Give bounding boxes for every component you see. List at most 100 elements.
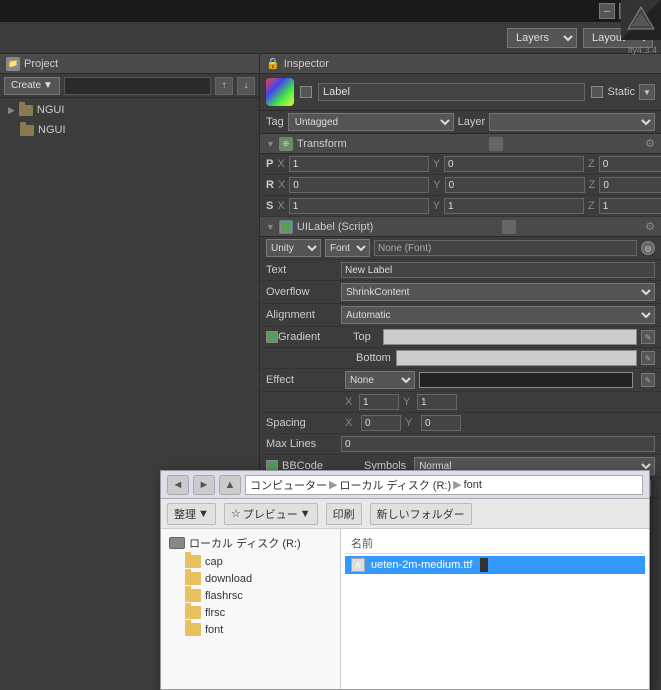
spacing-y-input[interactable]	[421, 415, 461, 431]
object-name-input[interactable]	[318, 83, 585, 101]
font-object-picker[interactable]: ◎	[641, 241, 655, 255]
pz-input[interactable]	[599, 156, 661, 172]
gradient-bottom-swatch[interactable]	[396, 350, 637, 366]
fe-tree-cap[interactable]: cap	[165, 553, 336, 570]
create-button[interactable]: Create ▼	[4, 77, 60, 95]
static-checkbox[interactable]	[591, 86, 603, 98]
maxlines-input[interactable]	[341, 436, 655, 452]
uilabel-checkbox[interactable]	[280, 221, 292, 233]
fe-tree-flashrsc[interactable]: flashrsc	[165, 587, 336, 604]
fe-tree-hdd[interactable]: ローカル ディスク (R:)	[165, 533, 336, 553]
uilabel-gear-icon[interactable]: ⚙	[645, 220, 655, 233]
layer-label: Layer	[458, 116, 486, 128]
font-type-select[interactable]: Font	[325, 239, 370, 257]
tag-layer-row: Tag Untagged Layer	[260, 111, 661, 134]
fe-organize-btn[interactable]: 整理 ▼	[167, 503, 216, 525]
sz-input[interactable]	[599, 198, 661, 214]
fe-forward-button[interactable]: ►	[193, 475, 215, 495]
spacing-x-input[interactable]	[361, 415, 401, 431]
gradient-checkbox[interactable]	[266, 331, 278, 343]
transform-s-row: S X Y Z	[260, 196, 661, 217]
fe-newfolder-btn[interactable]: 新しいフォルダー	[370, 503, 472, 525]
tree-item-ngui-label[interactable]: NGUI	[16, 122, 259, 138]
title-bar: ─ □ ✕	[0, 0, 661, 22]
effect-y-input[interactable]	[417, 394, 457, 410]
layers-select[interactable]: Layers	[507, 28, 577, 48]
fe-hdd-icon	[169, 537, 185, 549]
inspector-lock-icon: 🔒	[266, 57, 280, 70]
sz-label: Z	[588, 200, 595, 212]
ry-input[interactable]	[445, 177, 585, 193]
effect-label: Effect	[266, 374, 341, 386]
px-label: X	[277, 158, 284, 170]
project-icon-btn1[interactable]: ↑	[215, 77, 233, 95]
transform-p-row: P X Y Z	[260, 154, 661, 175]
gradient-bottom-edit[interactable]: ✎	[641, 351, 655, 365]
uilabel-settings-icon[interactable]	[502, 220, 516, 234]
fe-folder-cap-label: cap	[205, 556, 223, 568]
fe-addr-part3[interactable]: font	[464, 479, 482, 491]
fe-back-button[interactable]: ◄	[167, 475, 189, 495]
overflow-select[interactable]: ShrinkContent	[341, 283, 655, 301]
project-icon-btn2[interactable]: ↓	[237, 77, 255, 95]
top-toolbar: Layers Layout	[0, 22, 661, 54]
fe-addr-part2[interactable]: ローカル ディスク (R:)	[339, 477, 451, 493]
gradient-top-edit[interactable]: ✎	[641, 330, 655, 344]
effect-y-label: Y	[403, 396, 413, 408]
py-label: Y	[433, 158, 440, 170]
s-label: S	[266, 200, 273, 212]
unity-logo	[621, 0, 661, 40]
ngui-text: NGUI	[38, 124, 66, 136]
inspector-header: 🔒 Inspector	[260, 54, 661, 74]
project-search-input[interactable]	[64, 77, 211, 95]
fe-toolbar: 整理 ▼ ☆ プレビュー ▼ 印刷 新しいフォルダー	[161, 499, 649, 529]
fe-right-panel: 名前 A ueten-2m-medium.ttf	[341, 529, 649, 689]
tree-item-ngui[interactable]: ▶ NGUI	[4, 102, 255, 118]
effect-color-swatch[interactable]	[419, 372, 633, 388]
rz-input[interactable]	[599, 177, 661, 193]
static-dropdown[interactable]: ▼	[639, 84, 655, 100]
object-active-checkbox[interactable]	[300, 86, 312, 98]
alignment-select[interactable]: Automatic	[341, 306, 655, 324]
fe-col-header: 名前	[345, 533, 645, 554]
fe-print-btn[interactable]: 印刷	[326, 503, 362, 525]
text-value-input[interactable]	[341, 262, 655, 278]
bottom-label: Bottom	[356, 352, 396, 364]
layer-select[interactable]	[489, 113, 655, 131]
tag-select[interactable]: Untagged	[288, 113, 454, 131]
font-row: Unity Font ◎	[260, 237, 661, 260]
py-input[interactable]	[444, 156, 584, 172]
maxlines-label: Max Lines	[266, 438, 341, 450]
fe-up-button[interactable]: ▲	[219, 475, 241, 495]
fe-file-icon: A	[351, 558, 365, 572]
fe-file-item[interactable]: A ueten-2m-medium.ttf	[345, 556, 645, 574]
font-preset-select[interactable]: Unity	[266, 239, 321, 257]
fe-preview-btn[interactable]: ☆ プレビュー ▼	[224, 503, 318, 525]
fe-left-panel: ローカル ディスク (R:) cap download flashrsc flr…	[161, 529, 341, 689]
fe-tree-flrsc[interactable]: flrsc	[165, 604, 336, 621]
effect-color-edit[interactable]: ✎	[641, 373, 655, 387]
maxlines-row: Max Lines	[260, 434, 661, 455]
effect-select[interactable]: None	[345, 371, 415, 389]
effect-x-input[interactable]	[359, 394, 399, 410]
sy-input[interactable]	[444, 198, 584, 214]
gradient-top-swatch[interactable]	[383, 329, 637, 345]
transform-settings-icon[interactable]	[489, 137, 503, 151]
cursor-icon	[480, 558, 488, 572]
gradient-label: Gradient	[278, 331, 353, 343]
minimize-button[interactable]: ─	[599, 3, 615, 19]
px-input[interactable]	[289, 156, 429, 172]
project-icon: 📁	[6, 57, 20, 71]
inspector-title: Inspector	[284, 58, 329, 70]
gradient-bottom-row: Bottom ✎	[260, 348, 661, 369]
transform-gear-icon[interactable]: ⚙	[645, 137, 655, 150]
uilabel-section-header[interactable]: ▼ UILabel (Script) ⚙	[260, 217, 661, 237]
fe-addr-part1[interactable]: コンピューター	[250, 477, 327, 493]
uilabel-arrow: ▼	[266, 222, 275, 232]
font-object-field[interactable]	[374, 240, 637, 256]
sx-input[interactable]	[289, 198, 429, 214]
fe-tree-font[interactable]: font	[165, 621, 336, 638]
transform-section-header[interactable]: ▼ ⊕ Transform ⚙	[260, 134, 661, 154]
fe-tree-download[interactable]: download	[165, 570, 336, 587]
rx-input[interactable]	[289, 177, 429, 193]
